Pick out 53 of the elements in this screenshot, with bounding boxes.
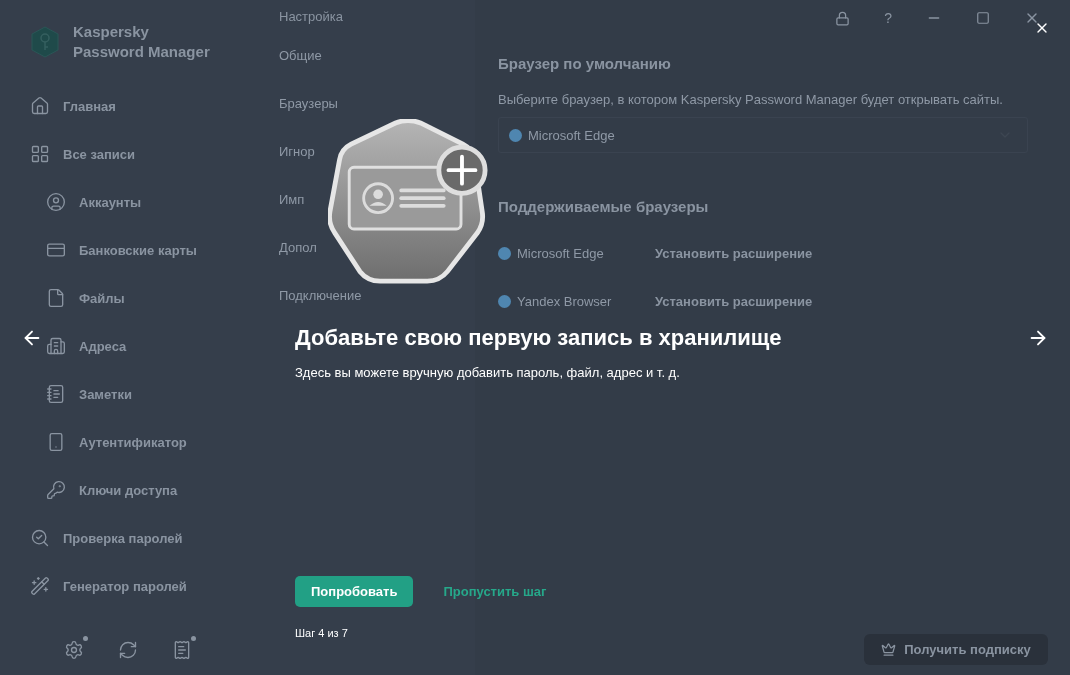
onboarding-description: Здесь вы можете вручную добавить пароль, файл, адрес и т. д. — [295, 365, 681, 380]
sidebar-item[interactable]: Генератор паролей — [63, 578, 187, 594]
file-icon — [46, 288, 66, 308]
grid-icon — [30, 144, 50, 164]
subscribe-button[interactable]: Получить подписку — [864, 634, 1048, 665]
section-heading: Поддерживаемые браузеры — [498, 198, 710, 215]
settings-nav-item[interactable]: Подключение — [279, 288, 362, 303]
install-extension-link[interactable]: Установить расширение — [655, 245, 813, 261]
maximize-icon[interactable] — [976, 11, 990, 25]
browser-icon — [509, 128, 522, 142]
key-logo-icon — [30, 26, 60, 58]
sidebar-item[interactable]: Заметки — [79, 386, 132, 402]
lock-icon[interactable] — [835, 10, 851, 26]
browser-dropdown[interactable]: Microsoft Edge — [498, 117, 1028, 153]
settings-nav-item[interactable]: Игнор — [279, 144, 315, 159]
help-button[interactable]: ? — [884, 10, 892, 26]
sync-icon[interactable] — [118, 640, 138, 660]
crown-icon — [881, 642, 897, 657]
settings-title: Настройка — [279, 9, 343, 24]
sidebar-item[interactable]: Файлы — [79, 290, 125, 306]
sidebar-item[interactable]: Аутентификатор — [79, 434, 187, 450]
wand-icon — [30, 576, 50, 596]
browser-name: Yandex Browser — [517, 293, 613, 309]
try-button[interactable]: Попробовать — [295, 576, 414, 607]
skip-step-link[interactable]: Пропустить шаг — [443, 584, 547, 599]
settings-nav-item[interactable]: Допол — [279, 240, 317, 255]
browser-icon — [498, 246, 511, 260]
browser-icon — [498, 294, 511, 308]
user-icon — [46, 192, 66, 212]
home-icon — [30, 96, 50, 116]
sidebar-item[interactable]: Все записи — [63, 146, 136, 162]
note-icon — [46, 384, 66, 404]
section-heading: Браузер по умолчанию — [498, 55, 672, 72]
sidebar-item[interactable]: Главная — [63, 98, 116, 114]
step-counter: Шаг 4 из 7 — [295, 627, 349, 639]
section-description: Выберите браузер, в котором Kaspersky Password Manager будет открывать сайты. — [498, 92, 1004, 107]
sidebar-item[interactable]: Адреса — [79, 338, 127, 354]
sidebar-item[interactable]: Аккаунты — [79, 194, 142, 210]
search-key-icon — [30, 528, 50, 548]
sidebar-item[interactable]: Банковские карты — [79, 242, 197, 258]
key-icon — [46, 480, 66, 500]
install-extension-link[interactable]: Установить расширение — [655, 293, 813, 309]
settings-nav-item[interactable]: Имп — [279, 192, 305, 207]
receipt-icon[interactable] — [172, 640, 192, 660]
browser-name: Microsoft Edge — [517, 245, 605, 261]
sidebar-item[interactable]: Проверка паролей — [63, 530, 183, 546]
settings-nav-item[interactable]: Общие — [279, 48, 322, 63]
settings-nav-item[interactable]: Браузеры — [279, 96, 338, 111]
sidebar-item[interactable]: Ключи доступа — [79, 482, 178, 498]
onboarding-title: Добавьте свою первую запись в хранилище — [295, 325, 782, 351]
settings-icon[interactable] — [64, 640, 84, 660]
app-name: Kaspersky Password Manager — [73, 22, 211, 62]
building-icon — [46, 336, 66, 356]
